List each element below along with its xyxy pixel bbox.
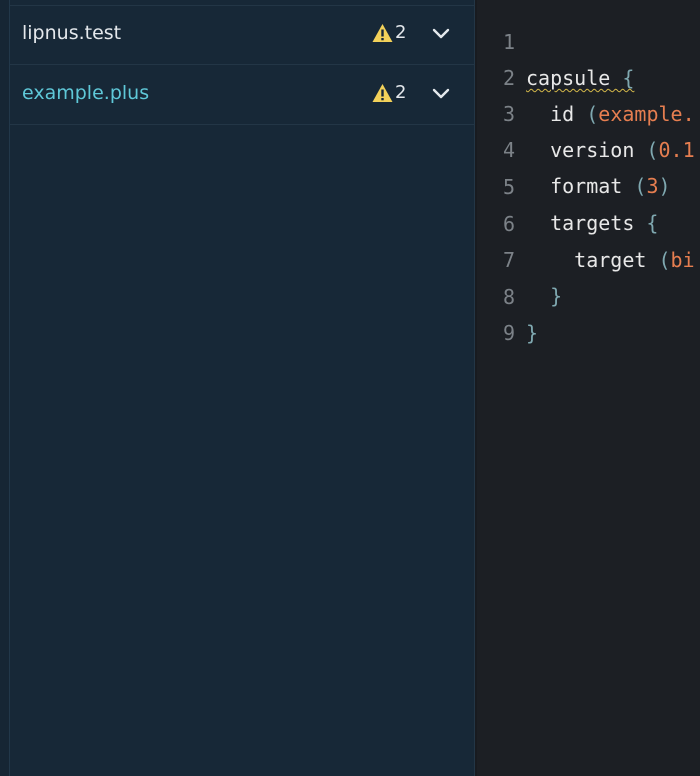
chevron-down-icon[interactable]: [432, 88, 450, 100]
code-line: 4 format (3): [477, 96, 700, 198]
code-line: 2 id (example.: [477, 24, 700, 126]
code-line: 1 capsule {: [477, 0, 700, 90]
code-editor[interactable]: 1 capsule { 2 id (example. 3 version (0.…: [477, 0, 700, 776]
warning-icon: [372, 84, 393, 102]
code-line: 7 }: [477, 206, 700, 308]
chevron-down-icon[interactable]: [432, 28, 450, 40]
code-line: 8 }: [477, 243, 700, 345]
list-item-label: lipnus.test: [22, 22, 122, 44]
app-window: lipnus.test 2 example.plus 2 1 capsule {…: [0, 0, 700, 776]
code-line: 6 target (bi: [477, 170, 700, 272]
activity-gutter: [0, 0, 10, 776]
warning-count: 2: [395, 22, 407, 43]
capsule-list-sidebar: lipnus.test 2 example.plus 2: [10, 0, 475, 776]
code-line: 5 targets {: [477, 133, 700, 235]
code-line: 9: [477, 279, 700, 345]
list-item-label: example.plus: [22, 82, 150, 104]
list-item-example-plus[interactable]: example.plus 2: [10, 66, 474, 125]
warning-count: 2: [395, 82, 407, 103]
list-item-lipnus-test[interactable]: lipnus.test 2: [10, 6, 474, 65]
warning-icon: [372, 24, 393, 42]
line-number: 9: [502, 321, 515, 345]
code-line: 3 version (0.1: [477, 60, 700, 162]
